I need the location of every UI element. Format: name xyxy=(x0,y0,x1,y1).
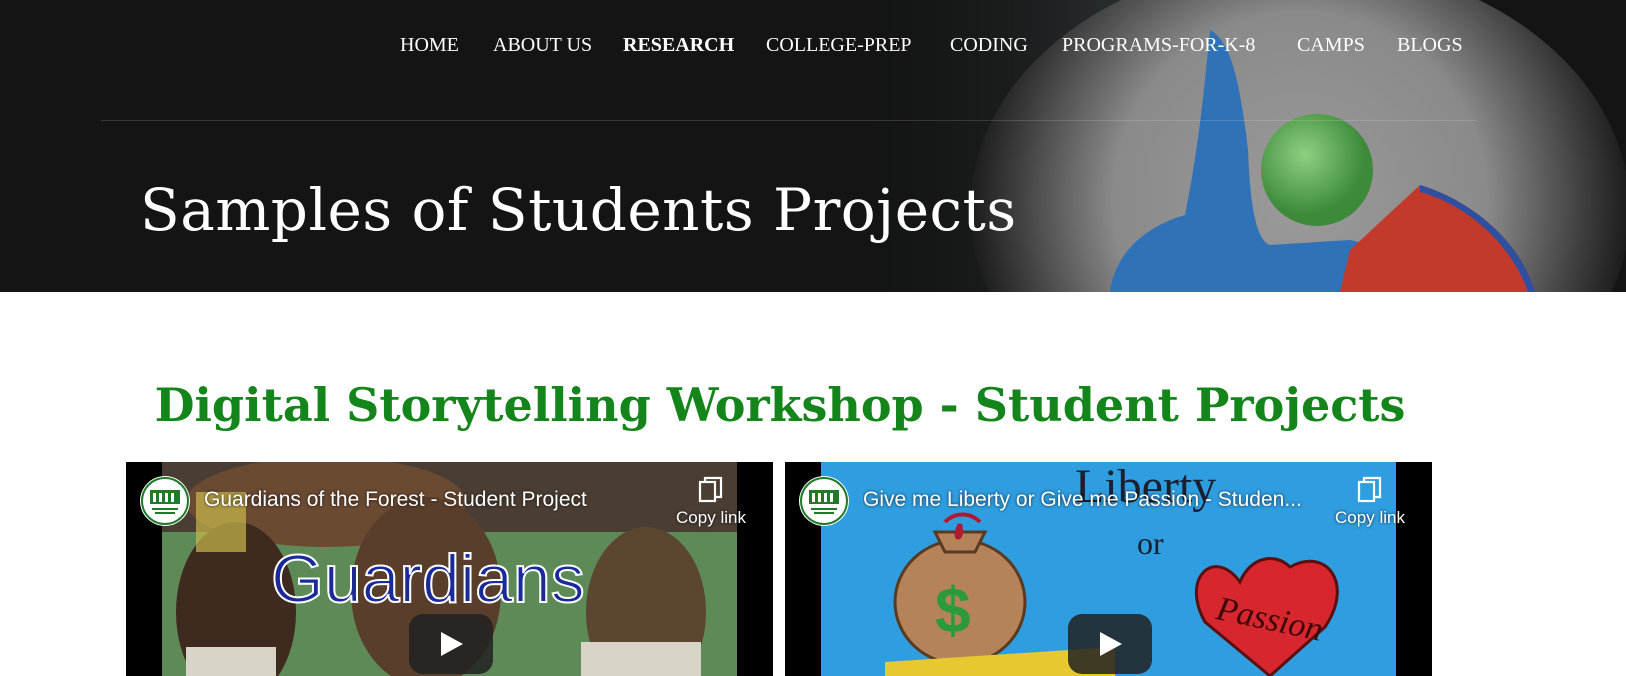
copy-link-label: Copy link xyxy=(676,508,746,527)
play-icon xyxy=(1100,632,1122,656)
nav-item-college-prep[interactable]: COLLEGE-PREP xyxy=(766,30,912,60)
nav-divider xyxy=(101,120,1477,121)
thumbnail-text: Guardians xyxy=(271,541,585,617)
play-icon xyxy=(441,632,463,656)
nav-item-research[interactable]: RESEARCH xyxy=(623,30,734,60)
channel-logo-icon[interactable] xyxy=(799,476,849,526)
nav-item-about-us[interactable]: ABOUT US xyxy=(493,30,592,60)
dollar-sign: $ xyxy=(935,574,971,646)
play-button[interactable] xyxy=(409,614,493,674)
copy-link-icon xyxy=(1357,476,1382,503)
video-embed-liberty[interactable]: $ Liberty or Passion Give me Liberty or … xyxy=(785,462,1432,676)
play-button[interactable] xyxy=(1068,614,1152,674)
nav-item-home[interactable]: HOME xyxy=(400,30,459,60)
copy-link-label: Copy link xyxy=(1335,508,1405,527)
nav-item-coding[interactable]: CODING xyxy=(950,30,1028,60)
video-embed-guardians[interactable]: Guardians Guardians of the Forest - Stud… xyxy=(126,462,773,676)
video-title[interactable]: Give me Liberty or Give me Passion - Stu… xyxy=(863,486,1333,514)
section-title: Digital Storytelling Workshop - Student … xyxy=(154,378,1406,432)
copy-link-button[interactable]: Copy link xyxy=(1330,476,1410,528)
nav-item-camps[interactable]: CAMPS xyxy=(1297,30,1365,60)
main-navigation: HOME ABOUT US RESEARCH COLLEGE-PREP CODI… xyxy=(0,30,1626,60)
nav-item-blogs[interactable]: BLOGS xyxy=(1397,30,1463,60)
nav-item-programs-for-k-8[interactable]: PROGRAMS-FOR-K-8 xyxy=(1062,30,1255,60)
page-title: Samples of Students Projects xyxy=(140,176,1017,244)
hero-banner: HOME ABOUT US RESEARCH COLLEGE-PREP CODI… xyxy=(0,0,1626,292)
thumbnail-or: or xyxy=(1137,525,1164,561)
copy-link-button[interactable]: Copy link xyxy=(671,476,751,528)
video-title[interactable]: Guardians of the Forest - Student Projec… xyxy=(204,486,674,514)
channel-logo-icon[interactable] xyxy=(140,476,190,526)
copy-link-icon xyxy=(698,476,723,503)
